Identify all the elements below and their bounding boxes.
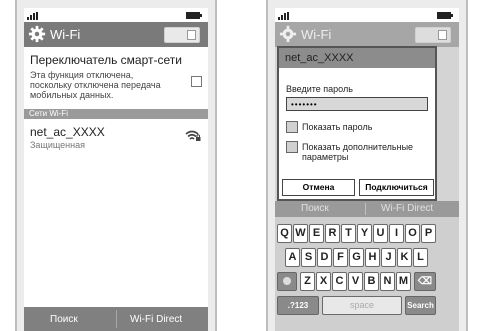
key-p[interactable]: P (421, 224, 436, 243)
wifi-title-bar: Wi-Fi (24, 22, 208, 47)
wifi-toggle[interactable] (164, 27, 200, 43)
smart-network-switch[interactable]: Переключатель смарт-сети Эта функция отк… (24, 47, 208, 109)
key-r[interactable]: R (325, 224, 340, 243)
backspace-icon: ⌫ (417, 276, 433, 287)
key-f[interactable]: F (333, 248, 348, 267)
search-button[interactable]: Поиск (50, 314, 78, 325)
wifi-title-bar: Wi-Fi (275, 22, 459, 47)
smart-switch-description: Эта функция отключена, поскольку отключе… (30, 70, 161, 100)
shift-icon (283, 277, 291, 285)
key-n[interactable]: N (380, 272, 395, 291)
shift-key[interactable] (277, 272, 297, 291)
show-password-checkbox[interactable] (286, 121, 298, 133)
key-l[interactable]: L (413, 248, 428, 267)
key-a[interactable]: A (285, 248, 300, 267)
section-header-wifi-networks: Сети Wi-Fi (24, 109, 208, 119)
key-j[interactable]: J (381, 248, 396, 267)
gear-icon[interactable] (28, 25, 46, 43)
network-status: Защищенная (30, 140, 86, 150)
backspace-key[interactable]: ⌫ (414, 272, 436, 291)
password-label: Введите пароль (286, 84, 353, 94)
wifi-toggle (415, 27, 451, 43)
bottom-bar-divider (365, 203, 366, 215)
bottom-bar: Поиск Wi-Fi Direct (24, 307, 208, 331)
key-s[interactable]: S (301, 248, 316, 267)
left-screen: Wi-Fi Переключатель смарт-сети Эта функц… (24, 8, 208, 331)
right-phone: Wi-Fi net_ac_XXXX Введите пароль •••••••… (266, 0, 468, 331)
key-e[interactable]: E (309, 224, 324, 243)
network-name: net_ac_XXXX (30, 125, 105, 139)
bottom-bar: Поиск Wi-Fi Direct (275, 201, 459, 217)
show-advanced-option[interactable]: Показать дополнительные параметры (279, 141, 435, 165)
status-bar (24, 8, 208, 22)
page-title: Wi-Fi (50, 27, 81, 42)
password-input[interactable]: ••••••• (286, 97, 428, 111)
right-screen: Wi-Fi net_ac_XXXX Введите пароль •••••••… (275, 8, 459, 331)
keyboard: Q W E R T Y U I O P A S D F G H J K L Z X C V B N M ⌫ .?123 space Sea… (275, 217, 459, 331)
bottom-bar-divider (116, 310, 117, 328)
search-key[interactable]: Search (405, 296, 436, 315)
key-o[interactable]: O (405, 224, 420, 243)
wifi-direct-button[interactable]: Wi-Fi Direct (130, 314, 182, 325)
battery-icon (186, 12, 202, 19)
gear-icon (279, 25, 297, 43)
page-title: Wi-Fi (301, 27, 332, 42)
signal-icon (27, 12, 41, 20)
network-list-item[interactable]: net_ac_XXXX Защищенная (24, 119, 208, 157)
key-d[interactable]: D (317, 248, 332, 267)
key-x[interactable]: X (316, 272, 331, 291)
cancel-button[interactable]: Отмена (282, 179, 355, 196)
mode-key[interactable]: .?123 (277, 296, 319, 315)
dialog-title: net_ac_XXXX (279, 48, 435, 68)
signal-icon (278, 12, 292, 20)
key-b[interactable]: B (364, 272, 379, 291)
wifi-secured-icon (185, 130, 201, 141)
search-button: Поиск (301, 203, 329, 214)
show-advanced-checkbox[interactable] (286, 141, 298, 153)
key-w[interactable]: W (293, 224, 308, 243)
password-dialog: net_ac_XXXX Введите пароль ••••••• Показ… (277, 46, 437, 201)
key-m[interactable]: M (396, 272, 411, 291)
key-z[interactable]: Z (300, 272, 315, 291)
show-password-label: Показать пароль (302, 122, 373, 132)
key-g[interactable]: G (349, 248, 364, 267)
dialog-buttons: Отмена Подключиться (282, 179, 434, 196)
connect-button[interactable]: Подключиться (359, 179, 434, 196)
key-q[interactable]: Q (277, 224, 292, 243)
key-i[interactable]: I (389, 224, 404, 243)
key-v[interactable]: V (348, 272, 363, 291)
battery-icon (437, 12, 453, 19)
key-c[interactable]: C (332, 272, 347, 291)
key-y[interactable]: Y (357, 224, 372, 243)
key-t[interactable]: T (341, 224, 356, 243)
wifi-direct-button: Wi-Fi Direct (381, 203, 434, 214)
left-phone: Wi-Fi Переключатель смарт-сети Эта функц… (15, 0, 217, 331)
show-advanced-label: Показать дополнительные параметры (302, 142, 414, 162)
smart-switch-heading: Переключатель смарт-сети (30, 53, 182, 67)
status-bar (275, 8, 459, 22)
key-u[interactable]: U (373, 224, 388, 243)
key-h[interactable]: H (365, 248, 380, 267)
smart-switch-checkbox[interactable] (191, 76, 202, 87)
show-password-option[interactable]: Показать пароль (279, 121, 435, 135)
space-key[interactable]: space (322, 296, 402, 315)
key-k[interactable]: K (397, 248, 412, 267)
